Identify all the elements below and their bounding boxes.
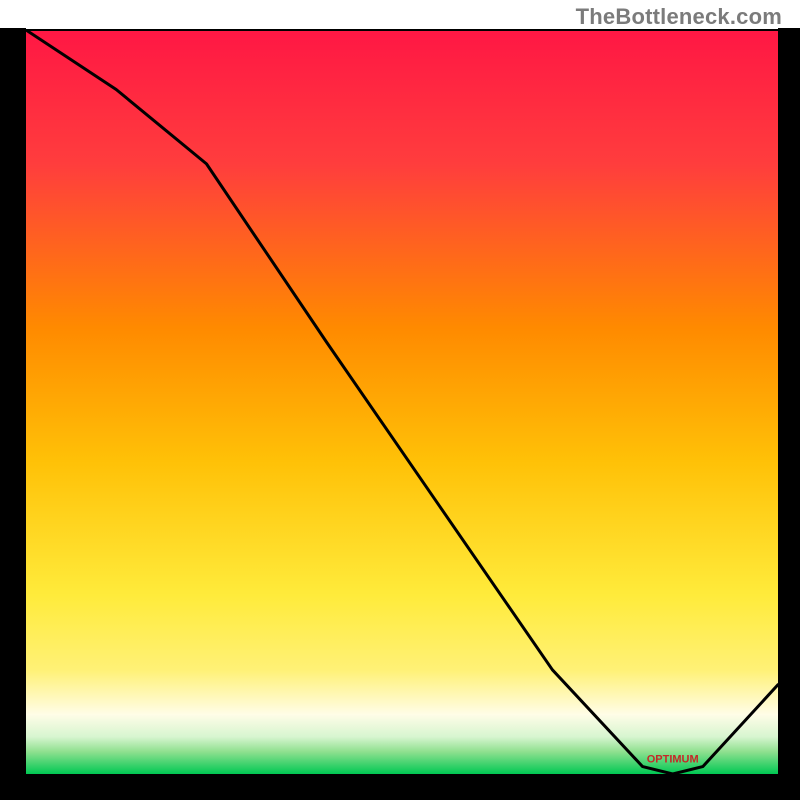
source-watermark: TheBottleneck.com [576,4,782,30]
chart-container: TheBottleneck.com [0,0,800,800]
frame-bottom [0,774,800,800]
optimum-label: OPTIMUM [647,754,699,766]
bottleneck-chart: OPTIMUM [0,0,800,800]
plot-background [26,30,778,774]
frame-right [778,28,800,800]
frame-left [0,28,26,800]
